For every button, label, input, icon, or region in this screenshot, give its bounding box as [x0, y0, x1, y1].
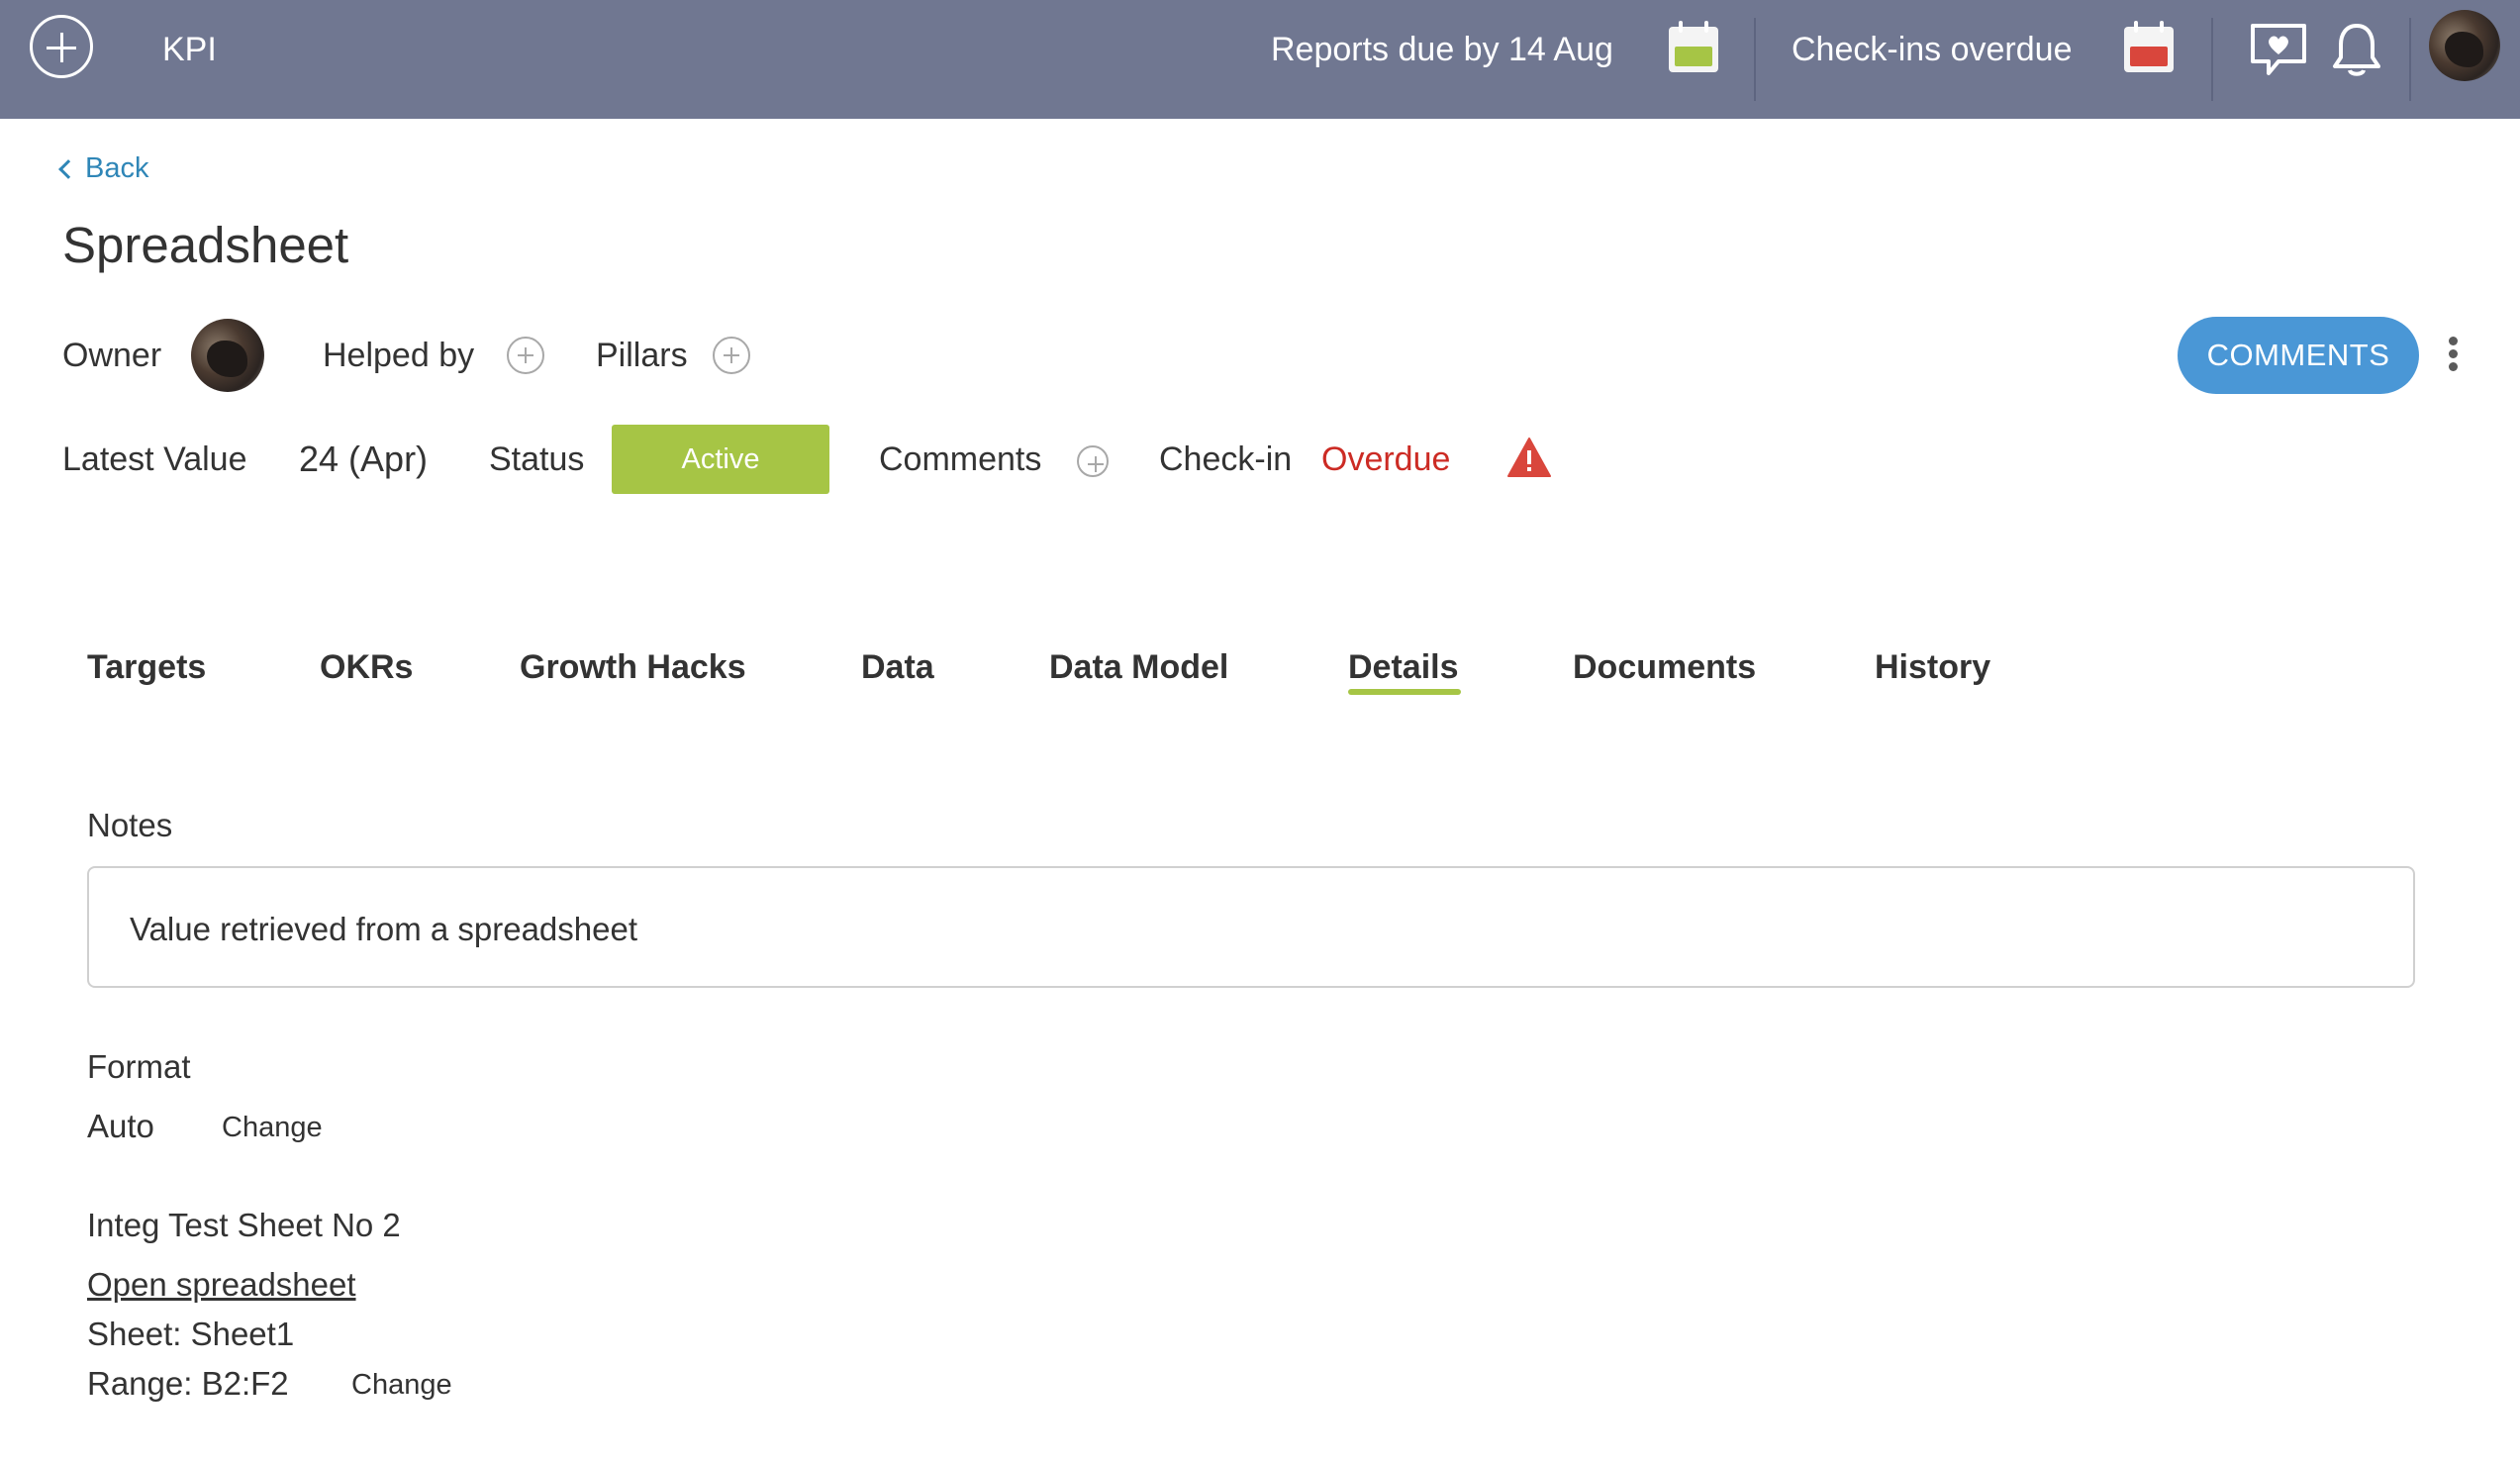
- user-avatar[interactable]: [2429, 10, 2500, 81]
- tab-documents[interactable]: Documents: [1573, 643, 1756, 691]
- add-icon[interactable]: [30, 15, 93, 78]
- back-label: Back: [85, 152, 149, 184]
- comments-label: Comments: [879, 440, 1042, 478]
- pillars-label: Pillars: [596, 337, 688, 374]
- section-title: KPI: [162, 31, 217, 68]
- calendar-icon[interactable]: [2124, 21, 2174, 72]
- range-change-link[interactable]: Change: [351, 1367, 452, 1403]
- comments-button[interactable]: COMMENTS: [2178, 317, 2419, 394]
- calendar-icon[interactable]: [1669, 21, 1718, 72]
- format-change-link[interactable]: Change: [222, 1110, 323, 1145]
- open-spreadsheet-link[interactable]: Open spreadsheet: [87, 1265, 356, 1305]
- tab-okrs[interactable]: OKRs: [320, 643, 413, 691]
- active-tab-indicator: [1348, 689, 1461, 695]
- owner-label: Owner: [62, 337, 162, 374]
- tab-growth-hacks[interactable]: Growth Hacks: [520, 643, 746, 691]
- top-bar: KPI Reports due by 14 Aug Check-ins over…: [0, 0, 2520, 119]
- checkins-overdue-link[interactable]: Check-ins overdue: [1792, 30, 2072, 69]
- chevron-left-icon: [58, 159, 78, 179]
- bell-icon[interactable]: [2330, 22, 2383, 79]
- tab-history[interactable]: History: [1875, 643, 1990, 691]
- latest-value-label: Latest Value: [62, 440, 247, 478]
- tab-data[interactable]: Data: [861, 643, 934, 691]
- add-comment-icon[interactable]: [1077, 445, 1109, 477]
- tab-details[interactable]: Details: [1348, 643, 1459, 691]
- add-helper-icon[interactable]: [507, 337, 544, 374]
- add-pillar-icon[interactable]: [713, 337, 750, 374]
- page-title: Spreadsheet: [62, 217, 349, 273]
- tab-data-model[interactable]: Data Model: [1049, 643, 1228, 691]
- sheet-line: Sheet: Sheet1: [87, 1316, 295, 1352]
- tab-targets[interactable]: Targets: [87, 643, 206, 691]
- checkin-label: Check-in: [1159, 440, 1293, 478]
- chat-heart-icon[interactable]: [2249, 22, 2308, 77]
- status-badge[interactable]: Active: [612, 425, 829, 494]
- reports-due-link[interactable]: Reports due by 14 Aug: [1271, 30, 1613, 69]
- format-value: Auto: [87, 1108, 154, 1144]
- latest-value: 24 (Apr): [299, 439, 429, 479]
- format-label: Format: [87, 1048, 191, 1085]
- more-options-icon[interactable]: [2447, 337, 2459, 372]
- warning-icon: [1507, 438, 1551, 477]
- notes-label: Notes: [87, 807, 173, 843]
- sheet-name: Integ Test Sheet No 2: [87, 1207, 401, 1243]
- owner-avatar[interactable]: [191, 319, 264, 392]
- notes-field[interactable]: Value retrieved from a spreadsheet: [87, 866, 2415, 988]
- helped-by-label: Helped by: [323, 337, 475, 374]
- checkin-status: Overdue: [1321, 440, 1451, 478]
- range-line: Range: B2:F2: [87, 1365, 289, 1402]
- status-label: Status: [489, 440, 585, 478]
